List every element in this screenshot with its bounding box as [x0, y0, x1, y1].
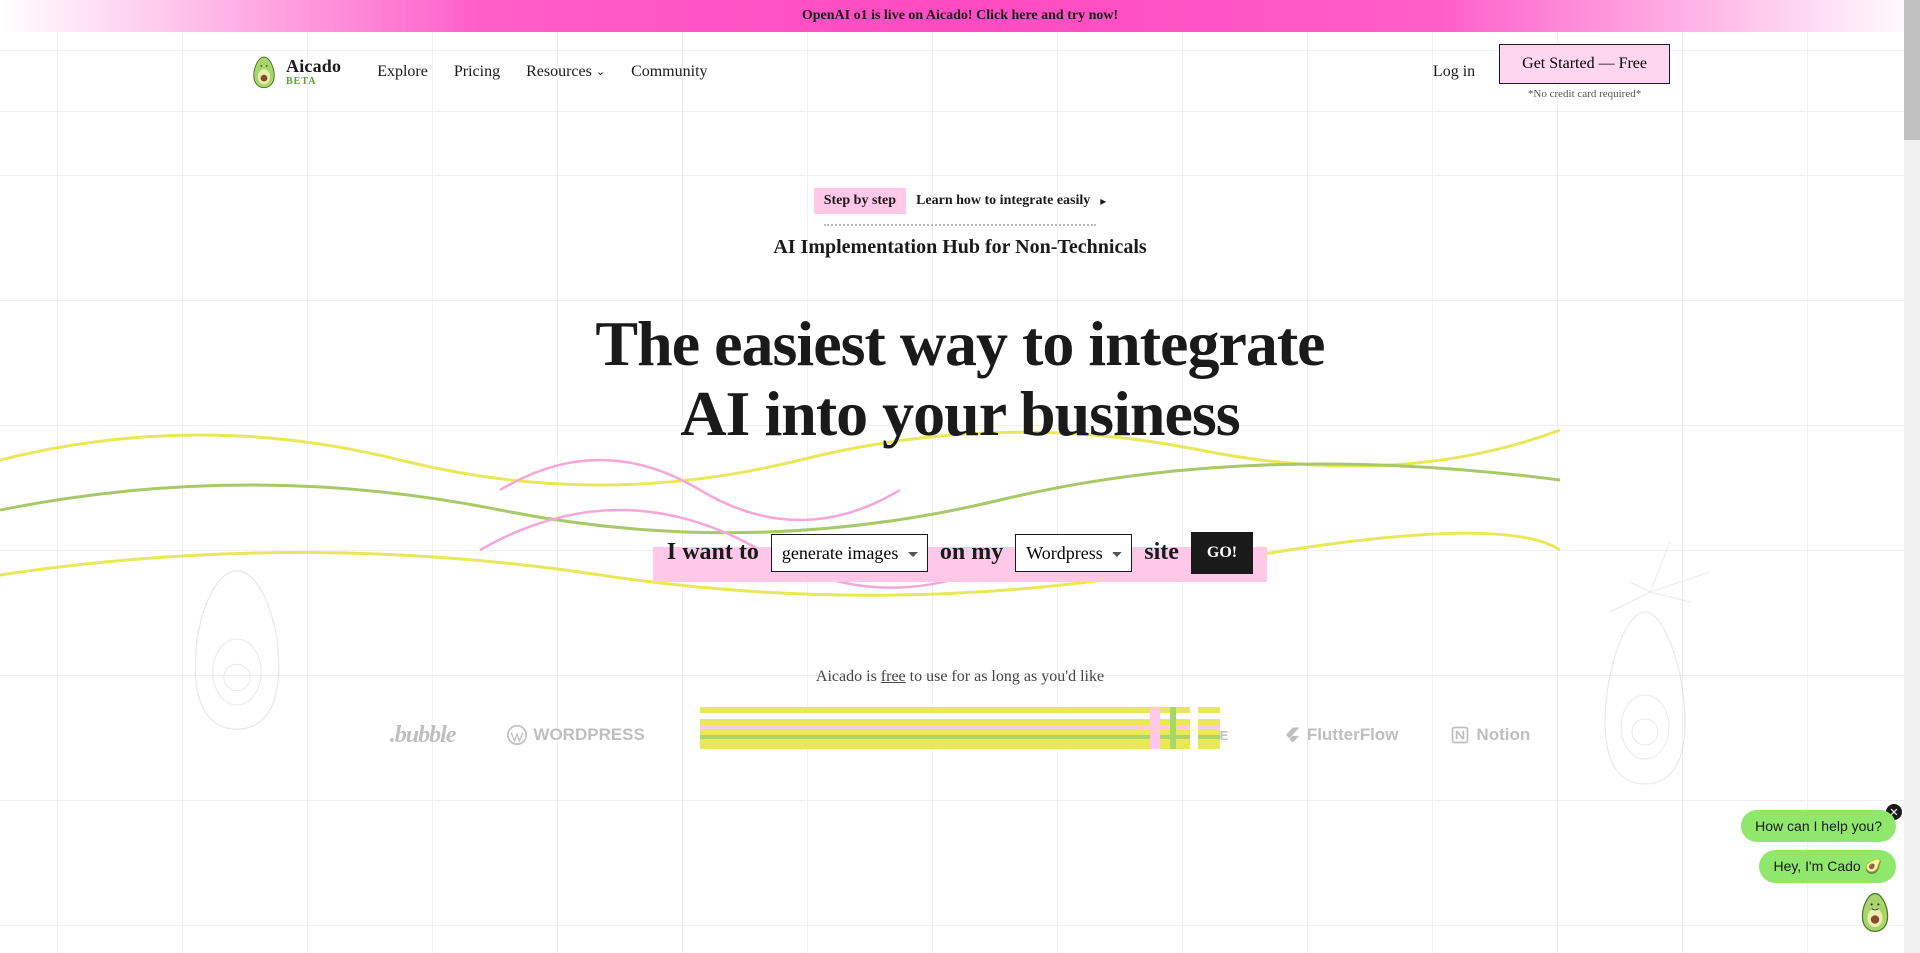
cta-note: *No credit card required* — [1528, 88, 1641, 100]
builder-prefix: I want to — [667, 539, 759, 566]
announcement-text: OpenAI o1 is live on Aicado! Click here … — [802, 8, 1118, 24]
main-nav: Explore Pricing Resources ⌄ Community — [377, 63, 707, 81]
login-link[interactable]: Log in — [1433, 63, 1475, 81]
free-word: free — [881, 668, 906, 685]
chat-bubble-2[interactable]: Hey, I'm Cado 🥑 — [1759, 850, 1896, 883]
nav-resources[interactable]: Resources ⌄ — [526, 63, 605, 81]
arrow-right-icon: ▸ — [1100, 194, 1106, 209]
logo-notion: Notion — [1450, 725, 1530, 745]
nav-resources-label: Resources — [526, 63, 592, 81]
logo-wordpress: WORDPRESS — [507, 725, 644, 745]
get-started-button[interactable]: Get Started — Free — [1499, 44, 1670, 84]
integration-builder: I want to generate images on my Wordpres… — [653, 524, 1267, 582]
hero-title-line2: AI into your business — [680, 378, 1239, 449]
chat-widget: ✕ How can I help you? Hey, I'm Cado 🥑 — [1741, 810, 1896, 933]
chevron-down-icon: ⌄ — [596, 65, 605, 78]
scrollbar[interactable] — [1904, 0, 1920, 953]
wordpress-icon — [507, 725, 527, 745]
nav-explore[interactable]: Explore — [377, 63, 428, 81]
site-header: Aicado BETA Explore Pricing Resources ⌄ … — [0, 32, 1920, 112]
announcement-bar[interactable]: OpenAI o1 is live on Aicado! Click here … — [0, 0, 1920, 32]
builder-suffix: site — [1144, 539, 1179, 566]
notion-icon — [1450, 725, 1470, 745]
scrollbar-thumb[interactable] — [1904, 0, 1920, 140]
hero-title-line1: The easiest way to integrate — [595, 308, 1324, 379]
bottom-decoration — [700, 707, 1220, 749]
hero-subtitle: AI Implementation Hub for Non-Technicals — [0, 236, 1920, 259]
hero-title: The easiest way to integrate AI into you… — [510, 309, 1410, 450]
step-by-step-link[interactable]: Step by step Learn how to integrate easi… — [814, 188, 1107, 214]
step-text: Learn how to integrate easily — [916, 193, 1090, 209]
brand-beta-tag: BETA — [286, 77, 341, 87]
nav-pricing[interactable]: Pricing — [454, 63, 500, 81]
logo-flutterflow: FlutterFlow — [1281, 725, 1399, 745]
brand-name: Aicado — [286, 57, 341, 75]
step-badge: Step by step — [814, 188, 906, 214]
logo-bubble: .bubble — [390, 722, 456, 749]
chat-avatar-icon[interactable] — [1854, 891, 1896, 933]
hero-section: Step by step Learn how to integrate easi… — [0, 112, 1920, 749]
logo[interactable]: Aicado BETA — [250, 55, 341, 89]
avocado-logo-icon — [250, 55, 278, 89]
builder-middle: on my — [940, 539, 1003, 566]
nav-community[interactable]: Community — [631, 63, 707, 81]
dotted-divider — [824, 224, 1096, 226]
avocado-plant-sketch-right — [1550, 532, 1730, 792]
avocado-sketch-left — [182, 562, 292, 738]
chat-bubble-1[interactable]: How can I help you? — [1741, 810, 1896, 842]
flutterflow-icon — [1281, 725, 1301, 745]
go-button[interactable]: GO! — [1191, 532, 1253, 574]
platform-select[interactable]: Wordpress — [1015, 534, 1132, 572]
action-select[interactable]: generate images — [771, 534, 928, 572]
free-tagline: Aicado is free to use for as long as you… — [0, 668, 1920, 686]
